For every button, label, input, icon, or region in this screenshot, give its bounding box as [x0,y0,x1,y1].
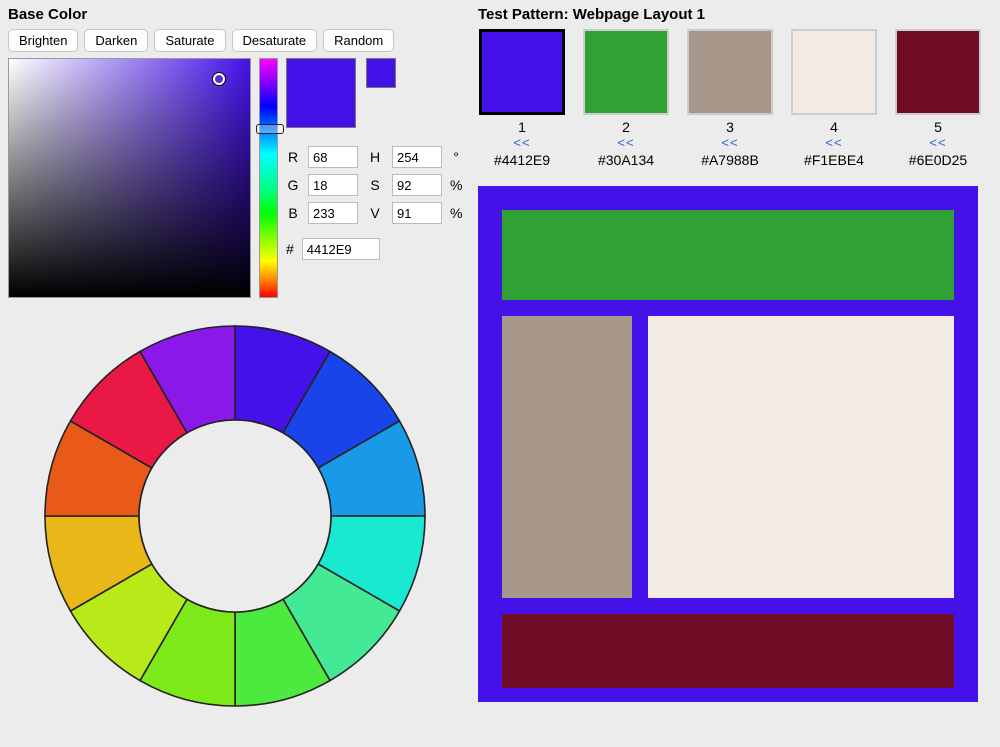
test-pattern-title: Test Pattern: Webpage Layout 1 [478,6,992,23]
layout-preview [478,186,978,702]
color-wheel-container [8,316,462,716]
unit-pct-s: % [450,177,462,193]
palette-hex-label: #6E0D25 [909,152,967,168]
saturation-value-box[interactable] [8,58,251,298]
saturate-button[interactable]: Saturate [154,29,225,52]
unit-deg: ° [450,149,462,165]
darken-button[interactable]: Darken [84,29,148,52]
palette-number: 5 [934,119,942,135]
preview-footer-block [502,614,954,688]
palette-row: 1<<#4412E92<<#30A1343<<#A7988B4<<#F1EBE4… [478,29,992,168]
label-s: S [366,177,384,193]
palette-number: 2 [622,119,630,135]
unit-pct-v: % [450,205,462,221]
adjust-buttons-row: Brighten Darken Saturate Desaturate Rand… [8,29,462,52]
label-b: B [286,205,300,221]
test-pattern-panel: Test Pattern: Webpage Layout 1 1<<#4412E… [470,0,1000,747]
preview-main-block [648,316,954,598]
base-color-title: Base Color [8,6,462,23]
palette-swatch[interactable] [895,29,981,115]
input-r[interactable] [308,146,358,168]
palette-number: 4 [830,119,838,135]
palette-hex-label: #30A134 [598,152,654,168]
preview-header-block [502,210,954,300]
input-h[interactable] [392,146,442,168]
palette-hex-label: #4412E9 [494,152,550,168]
palette-swatch[interactable] [479,29,565,115]
palette-slot-3: 3<< #A7988B [686,29,774,168]
palette-slot-5: 5<< #6E0D25 [894,29,982,168]
label-hash: # [286,241,294,257]
input-g[interactable] [308,174,358,196]
brighten-button[interactable]: Brighten [8,29,78,52]
palette-assign-icon[interactable]: << [721,135,738,150]
input-b[interactable] [308,202,358,224]
input-hex[interactable] [302,238,380,260]
palette-assign-icon[interactable]: << [825,135,842,150]
sv-cursor-icon[interactable] [213,73,225,85]
palette-assign-icon[interactable]: << [929,135,946,150]
desaturate-button[interactable]: Desaturate [232,29,318,52]
label-r: R [286,149,300,165]
color-picker-area: R H ° G S % B V % # [8,58,462,298]
preview-sidebar-block [502,316,632,598]
palette-assign-icon[interactable]: << [617,135,634,150]
palette-number: 3 [726,119,734,135]
color-wheel[interactable] [35,316,435,716]
input-v[interactable] [392,202,442,224]
base-color-panel: Base Color Brighten Darken Saturate Desa… [0,0,470,747]
palette-swatch[interactable] [583,29,669,115]
swatch-and-values: R H ° G S % B V % # [286,58,462,298]
input-s[interactable] [392,174,442,196]
label-v: V [366,205,384,221]
random-button[interactable]: Random [323,29,394,52]
palette-slot-1: 1<< #4412E9 [478,29,566,168]
label-h: H [366,149,384,165]
palette-hex-label: #A7988B [701,152,759,168]
current-color-swatch [286,58,356,128]
palette-slot-2: 2<< #30A134 [582,29,670,168]
hue-handle-icon[interactable] [256,124,284,134]
palette-hex-label: #F1EBE4 [804,152,864,168]
palette-assign-icon[interactable]: << [513,135,530,150]
palette-slot-4: 4<< #F1EBE4 [790,29,878,168]
palette-number: 1 [518,119,526,135]
label-g: G [286,177,300,193]
hue-slider[interactable] [259,58,278,298]
previous-color-swatch [366,58,396,88]
palette-swatch[interactable] [687,29,773,115]
palette-swatch[interactable] [791,29,877,115]
